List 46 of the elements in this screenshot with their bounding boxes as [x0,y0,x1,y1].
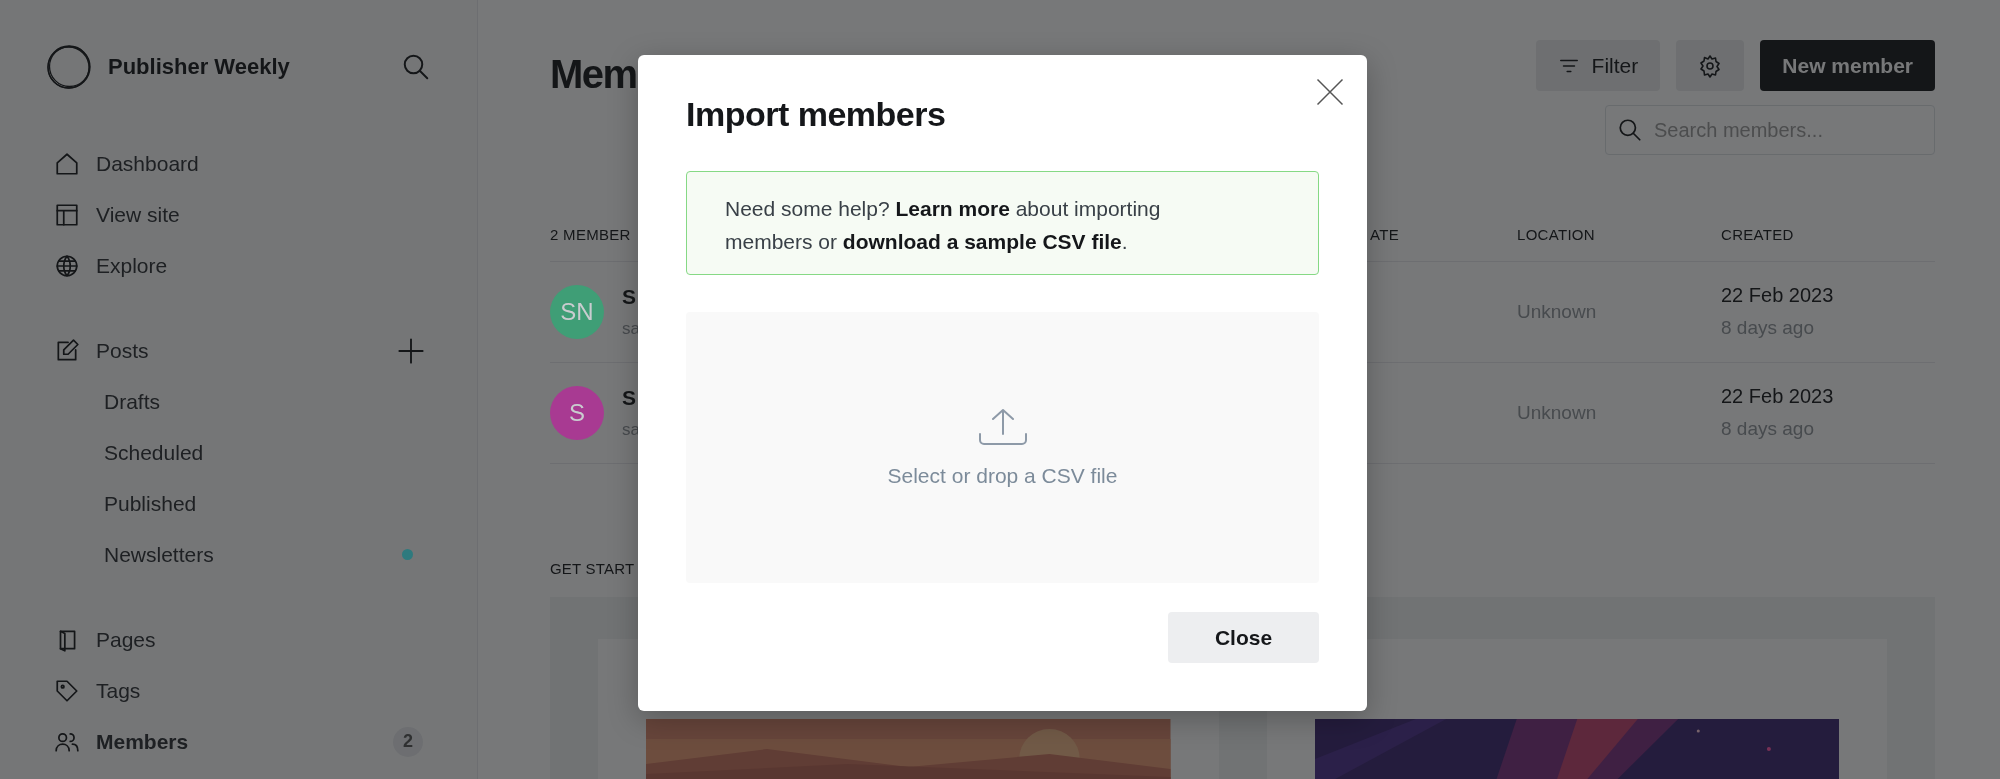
nav-item[interactable]: Posts [46,325,431,376]
close-dialog-button[interactable]: Close [1168,612,1319,663]
help-link[interactable]: Learn more [895,197,1010,220]
nav-item[interactable]: View site [46,189,431,240]
globe-icon [54,252,80,279]
nav-item[interactable]: Newsletters [46,529,431,580]
avatar: SN [550,284,604,339]
logo-icon [46,44,92,90]
tag-icon [54,677,80,704]
settings-button[interactable] [1676,40,1745,91]
help-text: Need some help? Learn more about importing members or download a sample CSV file. [725,196,1162,255]
filter-button[interactable]: Filter [1535,40,1661,91]
nav-item[interactable]: Pages [46,614,431,665]
drop-hint: Select or drop a CSV file [887,463,1118,488]
column-header: LOCATION [1517,226,1595,244]
nav-item[interactable]: Members 2 [46,716,431,767]
edit-icon [54,337,80,364]
nav-item[interactable]: Scheduled [46,427,431,478]
page-title: Mem [550,54,637,94]
nav-item[interactable]: Dashboard [46,138,431,189]
plus-icon[interactable] [397,336,425,365]
section-heading: GET START [550,560,635,577]
dialog-title: Import members [686,95,947,133]
member-name: S [622,385,637,410]
avatar: S [550,385,604,440]
nav-item[interactable]: Drafts [46,376,431,427]
column-header: CREATED [1721,226,1794,244]
count-badge: 2 [393,726,423,757]
created-date: 22 Feb 2023 [1721,385,1835,409]
site-title: Publisher Weekly [108,54,291,80]
nav-item[interactable]: Published [46,478,431,529]
help-link[interactable]: download a sample CSV file [842,230,1122,253]
column-header: 2 MEMBER [550,226,631,244]
nav-item[interactable]: Explore [46,240,431,291]
column-header: ATE [1370,226,1399,244]
layout-icon [54,201,80,228]
new-member-button[interactable]: New member [1760,40,1935,91]
close-button[interactable] [1315,77,1345,107]
search-icon [1617,117,1643,143]
created-date: 22 Feb 2023 [1721,284,1835,308]
gear-icon [1698,53,1723,78]
file-drop-zone[interactable]: Select or drop a CSV file [686,312,1319,583]
member-name: S [622,284,637,309]
search-icon[interactable] [401,52,431,82]
nav-item[interactable]: Tags [46,665,431,716]
upload-icon [977,407,1028,446]
